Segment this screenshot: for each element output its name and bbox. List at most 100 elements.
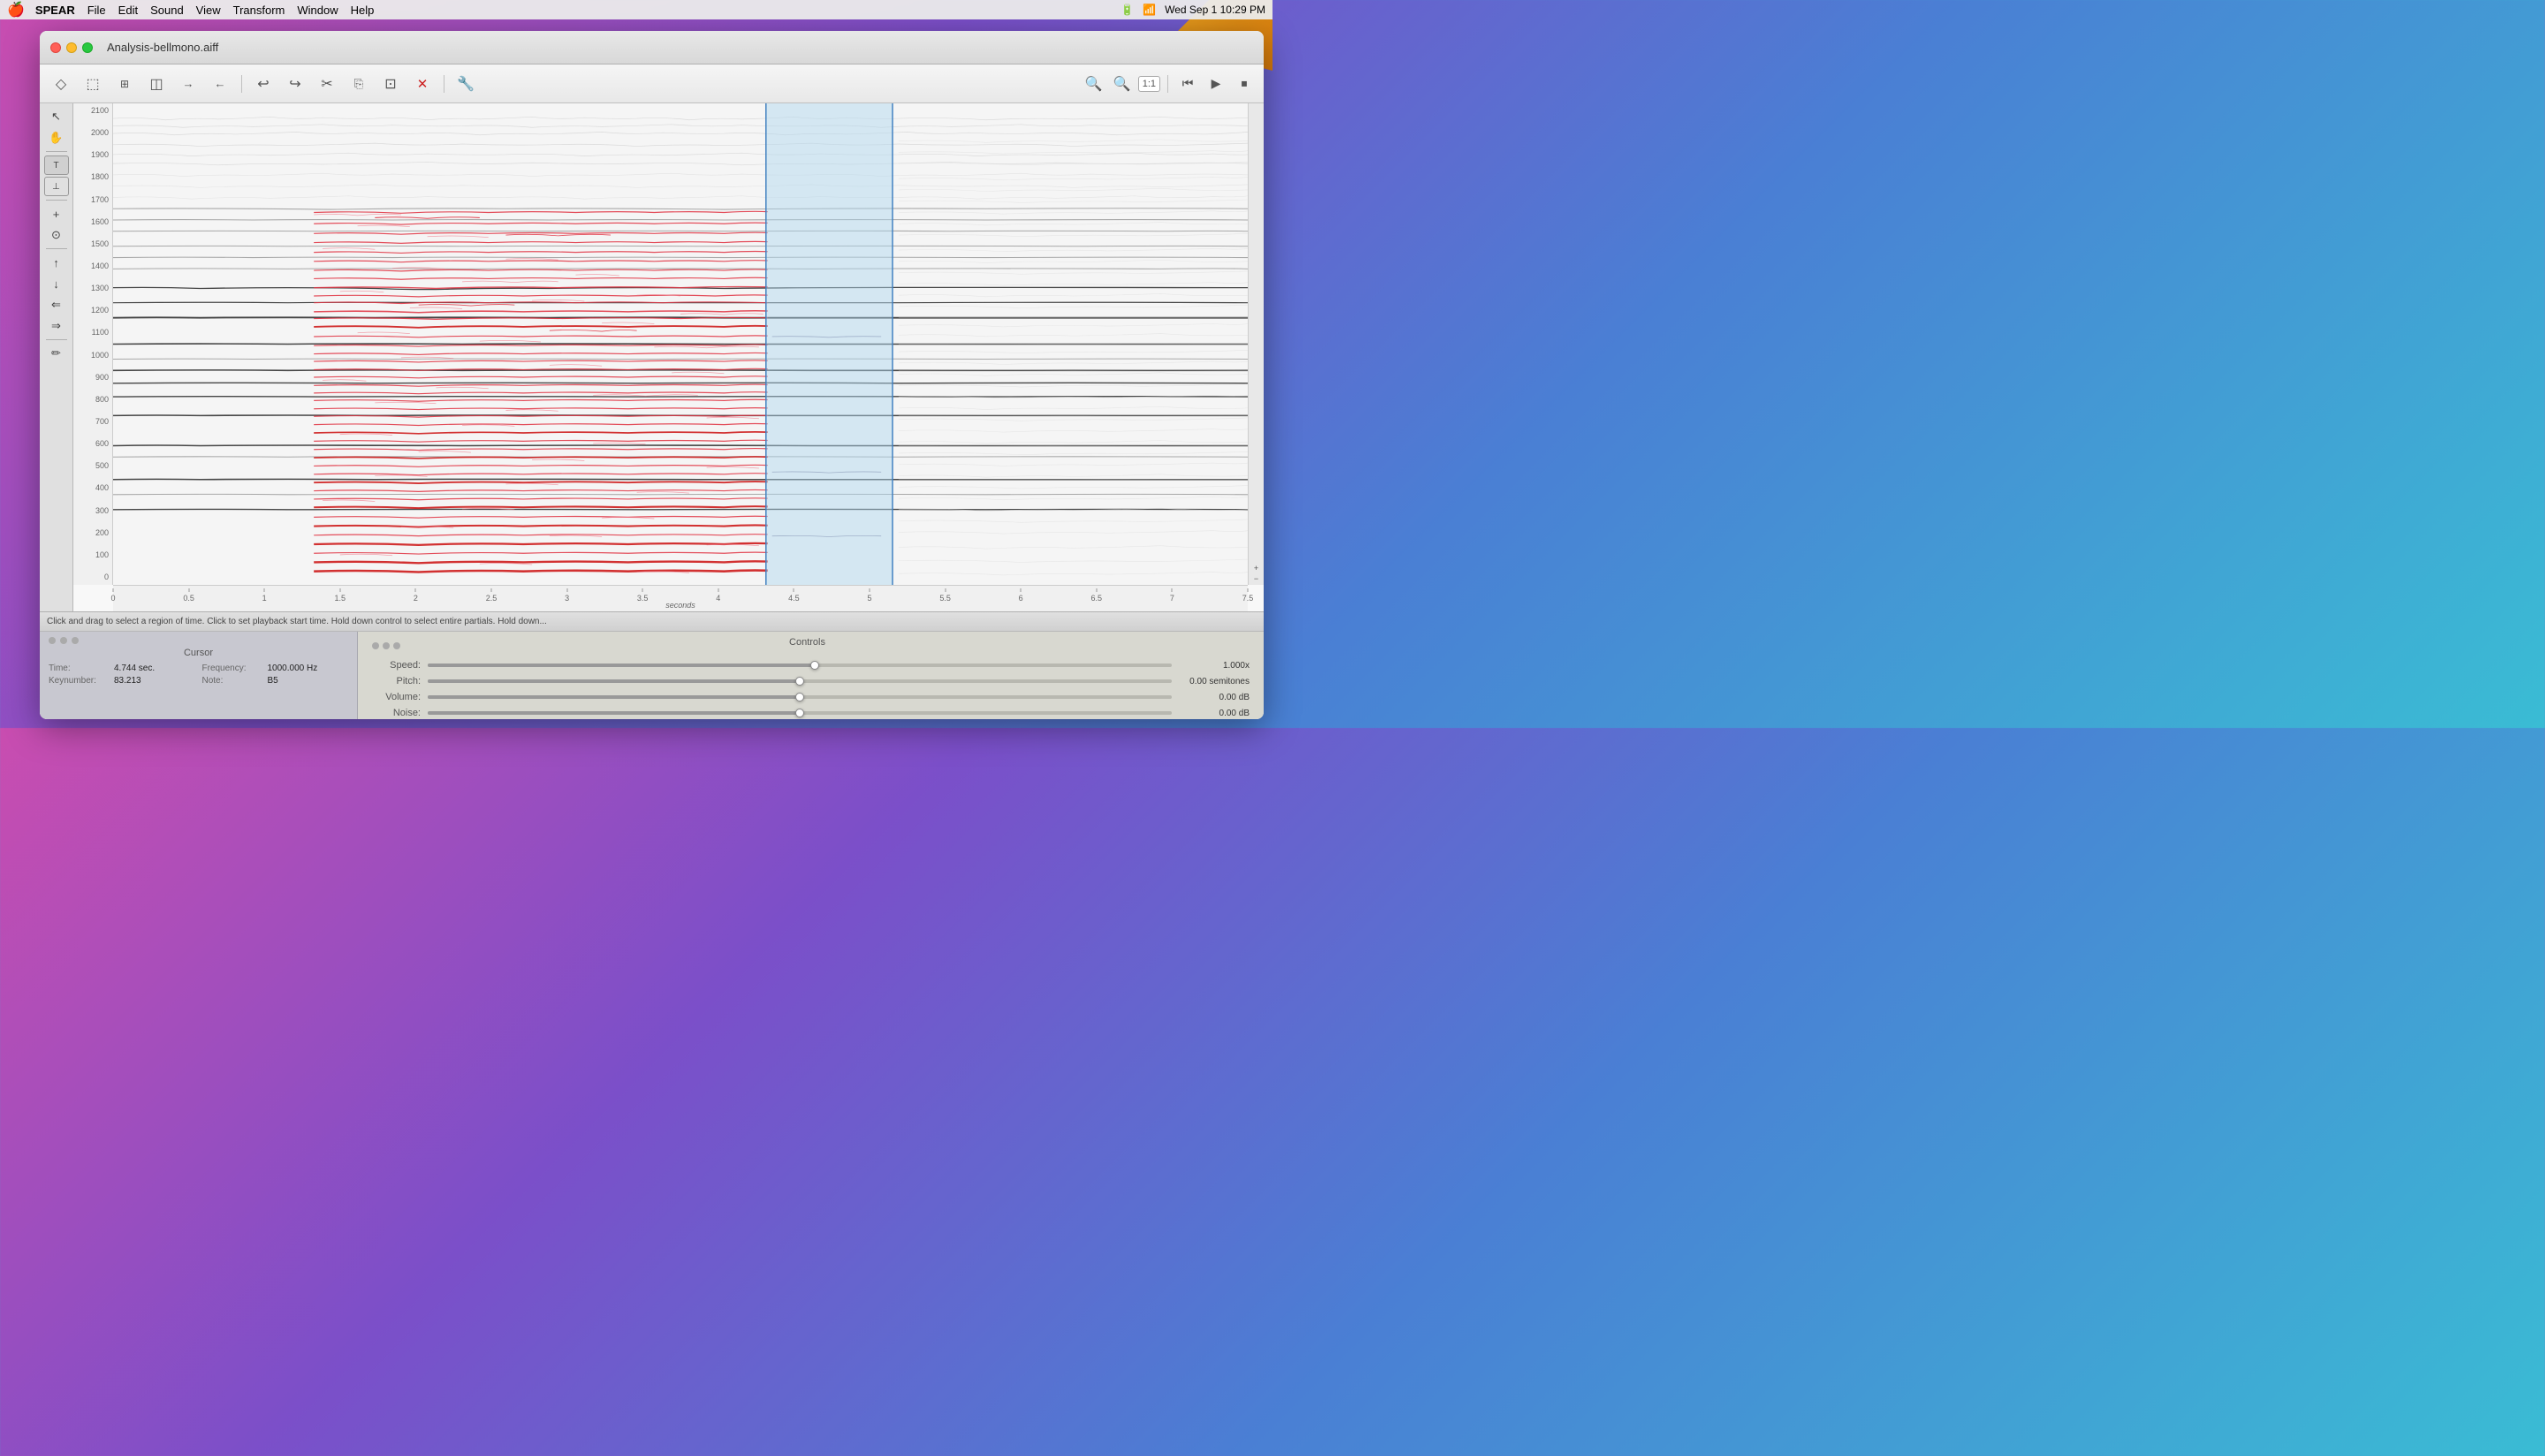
tool-sep-1 [46, 151, 67, 152]
cursor-time-row: Time: 4.744 sec. [49, 664, 195, 673]
x-tick-label: 5 [867, 594, 871, 603]
menu-help[interactable]: Help [351, 4, 375, 17]
copy-btn[interactable]: ⎘ [345, 72, 373, 96]
volume-slider[interactable] [428, 695, 1172, 699]
spectrogram-svg [113, 103, 1248, 585]
y-axis-label: 400 [73, 484, 112, 492]
x-axis: 00.511.522.533.544.555.566.577.5seconds [113, 585, 1248, 611]
cut-btn[interactable]: ✂ [313, 72, 341, 96]
apple-menu[interactable]: 🍎 [7, 1, 25, 19]
new-file-btn[interactable]: ◇ [47, 72, 75, 96]
menu-spear[interactable]: SPEAR [35, 4, 75, 17]
minimize-button[interactable] [66, 42, 77, 53]
zoom-v-minus-btn[interactable]: − [1254, 574, 1258, 583]
noise-value: 0.00 dB [1179, 709, 1250, 718]
move-up-btn[interactable]: ↑ [44, 253, 69, 272]
y-axis-label: 200 [73, 529, 112, 537]
zoom-out-btn[interactable]: 🔍 [1082, 74, 1106, 94]
hand-tool-btn[interactable]: ✋ [44, 128, 69, 148]
import-btn[interactable]: → [174, 72, 202, 96]
x-tick-label: 6 [1019, 594, 1023, 603]
zoom-in-btn[interactable]: 🔍 [1110, 74, 1135, 94]
x-tick-label: 1 [262, 594, 267, 603]
paste-btn[interactable]: ⊡ [376, 72, 405, 96]
volume-value: 0.00 dB [1179, 693, 1250, 702]
play-btn[interactable]: ▶ [1204, 74, 1228, 94]
export-btn[interactable]: ◫ [142, 72, 171, 96]
datetime-display: Wed Sep 1 10:29 PM [1165, 4, 1265, 16]
pitch-value: 0.00 semitones [1179, 677, 1250, 686]
add-partial-btn[interactable]: + [44, 204, 69, 224]
cursor-keynum-label: Keynumber: [49, 676, 110, 686]
main-window: Analysis-bellmono.aiff ◇ ⬚ ⊞ ◫ → ← ↩ ↪ ✂… [40, 31, 1264, 719]
zoom-vertical-controls: + − [1248, 562, 1264, 585]
redo-btn[interactable]: ↪ [281, 72, 309, 96]
export2-btn[interactable]: ← [206, 72, 234, 96]
move-right-btn[interactable]: ⇒ [44, 316, 69, 336]
pitch-label: Pitch: [372, 676, 421, 686]
y-axis-label: 1600 [73, 218, 112, 226]
cursor-freq-row: Frequency: 1000.000 Hz [202, 664, 349, 673]
select-time-btn[interactable]: ⊥ [44, 177, 69, 196]
cursor-note-value: B5 [268, 676, 278, 686]
wrench-btn[interactable]: 🔧 [452, 72, 480, 96]
x-tick-label: 3 [565, 594, 569, 603]
cursor-keynum-value: 83.213 [114, 676, 141, 686]
y-axis-label: 600 [73, 440, 112, 448]
rewind-btn[interactable]: ⏮ [1175, 74, 1200, 94]
cursor-time-value: 4.744 sec. [114, 664, 155, 673]
close-button[interactable] [50, 42, 61, 53]
delete-btn[interactable]: ✕ [408, 72, 437, 96]
battery-icon: 🔋 [1121, 4, 1134, 16]
zoom-ratio-display[interactable]: 1:1 [1138, 76, 1160, 92]
y-axis-label: 700 [73, 418, 112, 426]
cursor-panel-traffic-lights [49, 637, 348, 644]
x-tick-label: 4.5 [788, 594, 800, 603]
select-freq-btn[interactable]: T [44, 155, 69, 175]
controls-panel-dot-1 [372, 642, 379, 649]
menu-transform[interactable]: Transform [233, 4, 285, 17]
y-axis-label: 1800 [73, 173, 112, 181]
y-axis-label: 1400 [73, 262, 112, 270]
x-tick-label: 2 [414, 594, 418, 603]
pitch-slider[interactable] [428, 679, 1172, 683]
x-tick-label: 0 [110, 594, 115, 603]
cursor-note-label: Note: [202, 676, 264, 686]
cursor-panel-dot-2 [60, 637, 67, 644]
spectrogram-container[interactable]: 2100200019001800170016001500140013001200… [73, 103, 1264, 611]
x-tick-line [945, 588, 946, 592]
y-axis-label: 1500 [73, 240, 112, 248]
v-scrollbar[interactable] [1248, 103, 1264, 585]
stop-btn[interactable]: ⏹ [1232, 74, 1257, 94]
noise-slider[interactable] [428, 711, 1172, 715]
zoom-v-plus-btn[interactable]: + [1254, 564, 1258, 573]
speed-slider[interactable] [428, 664, 1172, 667]
maximize-button[interactable] [82, 42, 93, 53]
cursor-time-label: Time: [49, 664, 110, 673]
x-tick-line [1172, 588, 1173, 592]
menu-view[interactable]: View [196, 4, 221, 17]
wifi-icon: 📶 [1143, 4, 1156, 16]
open-btn[interactable]: ⬚ [79, 72, 107, 96]
draw-tool-btn[interactable]: ✏ [44, 344, 69, 363]
controls-panel-dot-3 [393, 642, 400, 649]
menu-file[interactable]: File [87, 4, 106, 17]
save-btn[interactable]: ⊞ [110, 72, 139, 96]
tools-panel: ↖ ✋ T ⊥ + ⊙ ↑ ↓ ⇐ ⇒ ✏ [40, 103, 73, 611]
lasso-btn[interactable]: ⊙ [44, 225, 69, 245]
menu-edit[interactable]: Edit [118, 4, 138, 17]
x-tick-line [491, 588, 492, 592]
x-tick-label: 3.5 [637, 594, 649, 603]
x-tick-label: 2.5 [486, 594, 498, 603]
menu-window[interactable]: Window [297, 4, 338, 17]
spectrogram-canvas[interactable] [113, 103, 1248, 585]
y-axis-label: 2000 [73, 129, 112, 137]
menu-sound[interactable]: Sound [150, 4, 184, 17]
pointer-tool-btn[interactable]: ↖ [44, 107, 69, 126]
noise-label: Noise: [372, 708, 421, 718]
undo-btn[interactable]: ↩ [249, 72, 277, 96]
move-down-btn[interactable]: ↓ [44, 274, 69, 293]
x-axis-inner: 00.511.522.533.544.555.566.577.5seconds [113, 586, 1248, 610]
move-left-btn[interactable]: ⇐ [44, 295, 69, 315]
content-area: ↖ ✋ T ⊥ + ⊙ ↑ ↓ ⇐ ⇒ ✏ 210020001900180017… [40, 103, 1264, 611]
